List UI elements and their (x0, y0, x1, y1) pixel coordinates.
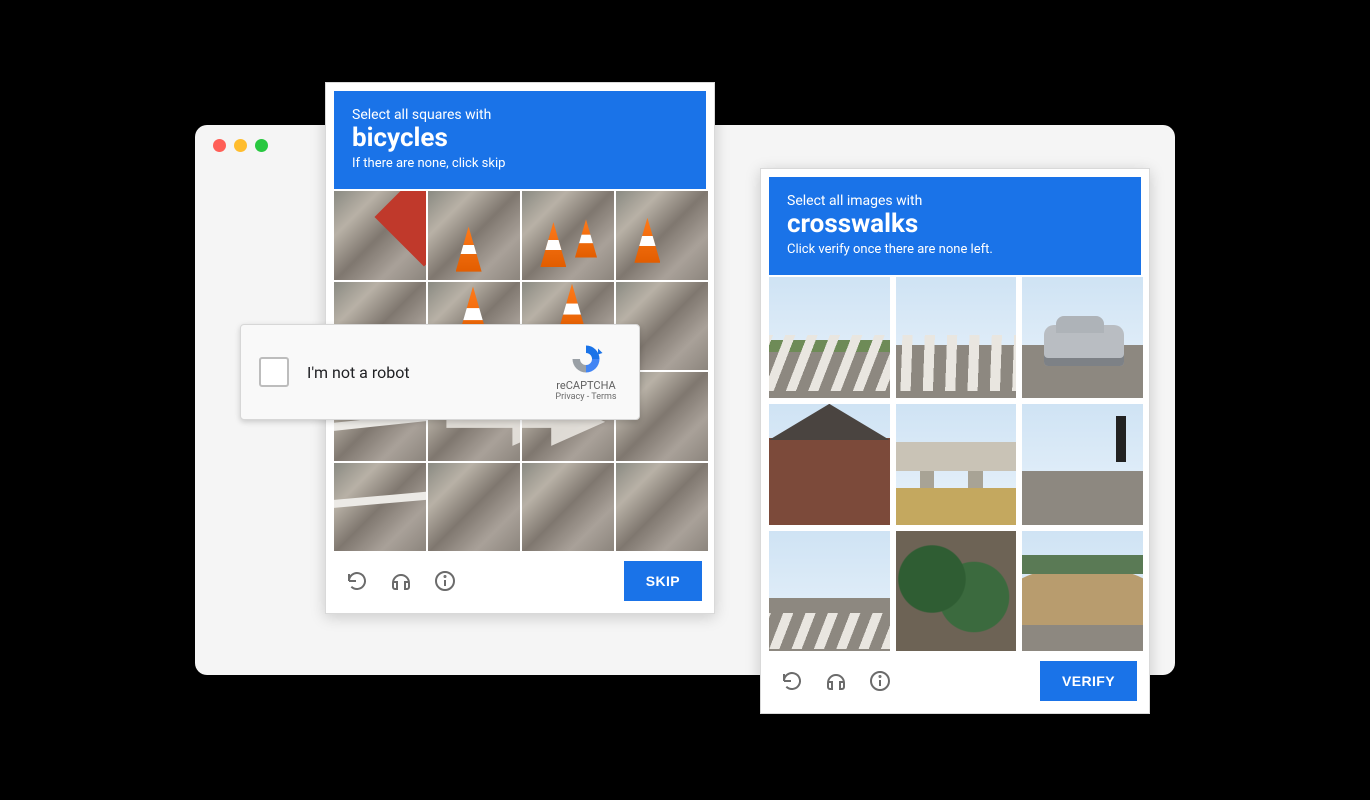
grid-tile[interactable] (522, 191, 614, 280)
grid-tile[interactable] (896, 277, 1017, 398)
grid-tile[interactable] (1022, 531, 1143, 652)
grid-tile[interactable] (896, 531, 1017, 652)
audio-icon[interactable] (823, 668, 849, 694)
grid-tile[interactable] (1022, 404, 1143, 525)
grid-tile[interactable] (616, 463, 708, 552)
challenge-instruction-line1: Select all squares with (352, 107, 688, 123)
audio-icon[interactable] (388, 568, 414, 594)
recaptcha-label: I'm not a robot (307, 363, 529, 382)
recaptcha-logo-icon (568, 341, 604, 377)
grid-tile[interactable] (616, 191, 708, 280)
challenge-instruction-line2: If there are none, click skip (352, 156, 688, 171)
challenge-footer: SKIP (334, 551, 706, 605)
grid-tile[interactable] (769, 531, 890, 652)
grid-tile[interactable] (428, 463, 520, 552)
challenge-target-word: bicycles (352, 123, 688, 154)
reload-icon[interactable] (344, 568, 370, 594)
captcha-challenge-right: Select all images with crosswalks Click … (760, 168, 1150, 714)
privacy-link[interactable]: Privacy (555, 392, 584, 402)
skip-button[interactable]: SKIP (624, 561, 702, 601)
challenge-header: Select all images with crosswalks Click … (769, 177, 1141, 275)
grid-tile[interactable] (522, 463, 614, 552)
window-close-button[interactable] (213, 139, 226, 152)
recaptcha-branding: reCAPTCHA Privacy - Terms (547, 341, 625, 404)
recaptcha-legal-links: Privacy - Terms (547, 392, 625, 403)
window-zoom-button[interactable] (255, 139, 268, 152)
grid-tile[interactable] (769, 277, 890, 398)
grid-tile[interactable] (769, 404, 890, 525)
challenge-image-grid (769, 277, 1143, 651)
challenge-footer: VERIFY (769, 651, 1141, 705)
recaptcha-anchor: I'm not a robot reCAPTCHA Privacy - Term… (240, 324, 640, 420)
recaptcha-brand-name: reCAPTCHA (547, 379, 625, 393)
window-minimize-button[interactable] (234, 139, 247, 152)
grid-tile[interactable] (896, 404, 1017, 525)
recaptcha-checkbox[interactable] (259, 357, 289, 387)
challenge-instruction-line2: Click verify once there are none left. (787, 242, 1123, 257)
challenge-instruction-line1: Select all images with (787, 193, 1123, 209)
challenge-target-word: crosswalks (787, 209, 1123, 240)
verify-button[interactable]: VERIFY (1040, 661, 1137, 701)
info-icon[interactable] (432, 568, 458, 594)
terms-link[interactable]: Terms (591, 392, 616, 402)
grid-tile[interactable] (1022, 277, 1143, 398)
info-icon[interactable] (867, 668, 893, 694)
grid-tile[interactable] (334, 463, 426, 552)
grid-tile[interactable] (334, 191, 426, 280)
grid-tile[interactable] (428, 191, 520, 280)
challenge-header: Select all squares with bicycles If ther… (334, 91, 706, 189)
reload-icon[interactable] (779, 668, 805, 694)
